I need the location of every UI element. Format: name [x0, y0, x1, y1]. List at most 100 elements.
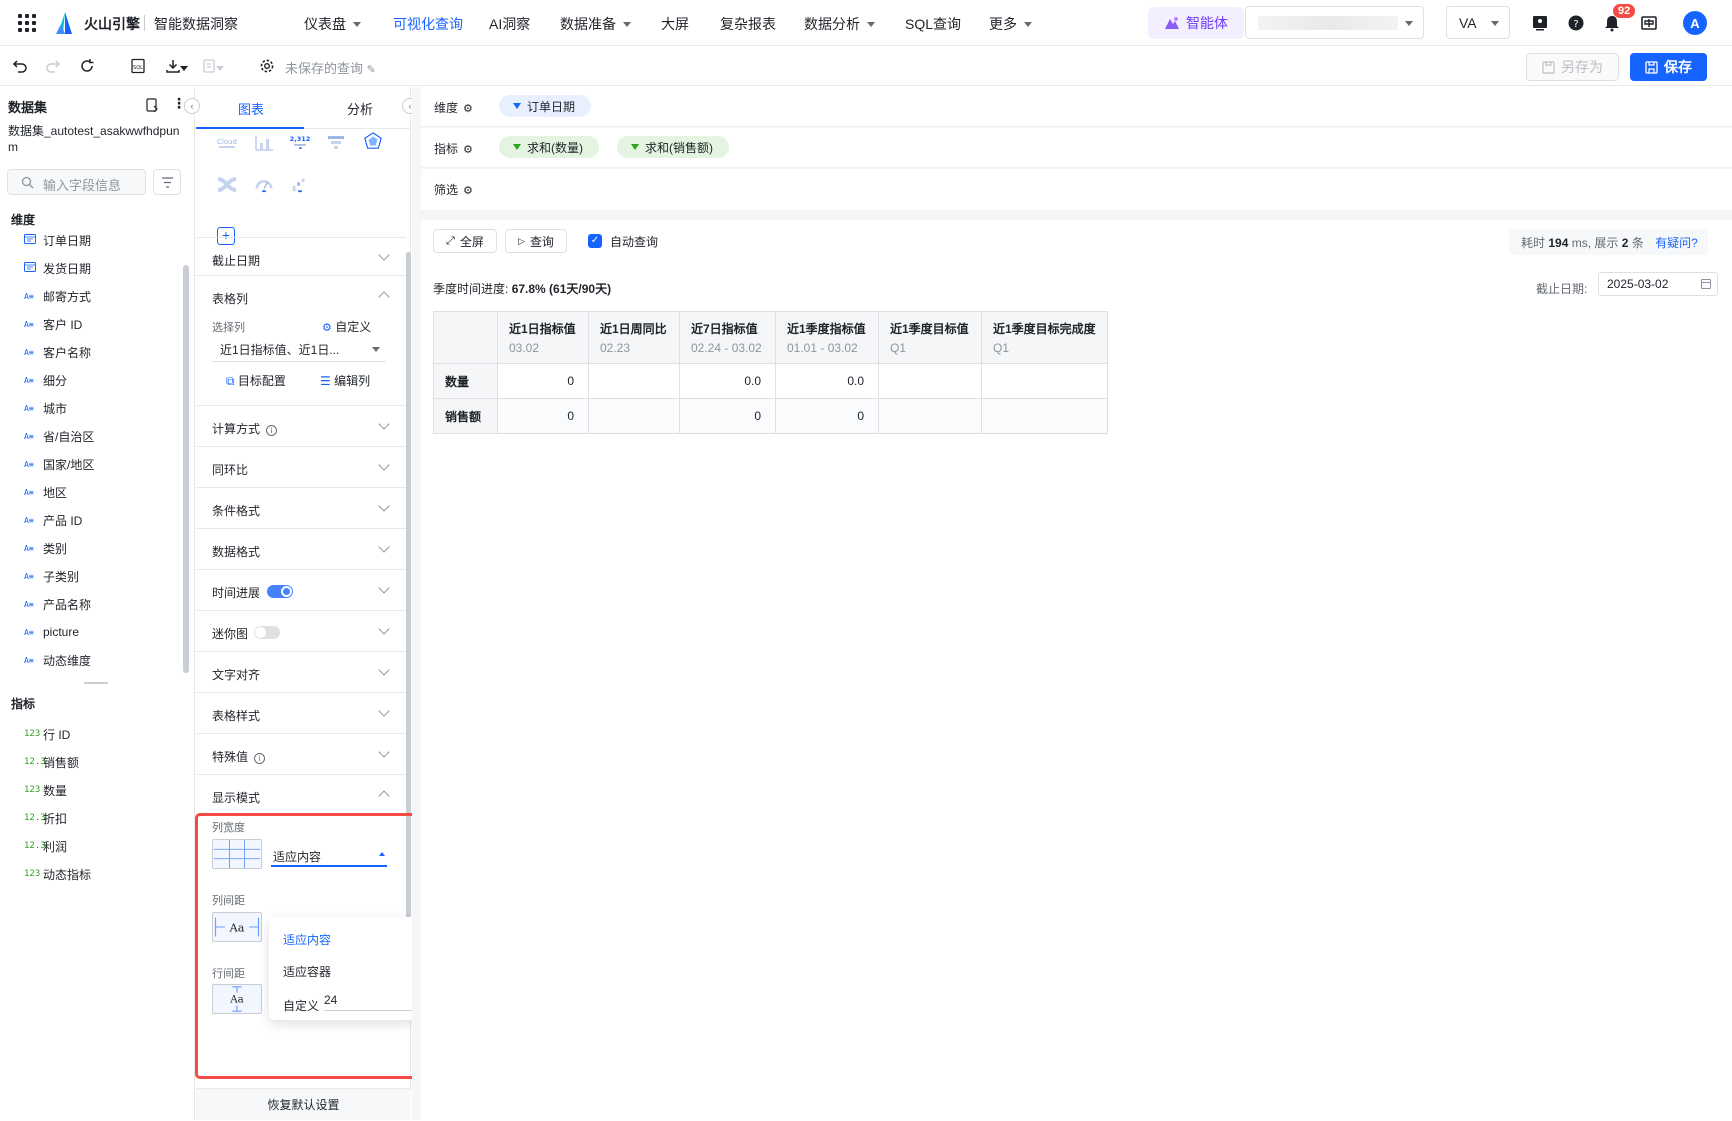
help-icon[interactable]: ?: [1567, 14, 1585, 32]
query-button[interactable]: ▷ 查询: [505, 229, 567, 253]
gear-icon[interactable]: ⚙: [463, 102, 473, 115]
measure-field[interactable]: 123 行 ID: [24, 724, 70, 744]
save-as-button[interactable]: 另存为: [1526, 53, 1619, 81]
section-title[interactable]: 表格列: [212, 290, 248, 307]
dimension-field[interactable]: A≡ 产品 ID: [24, 510, 82, 530]
field-filter-button[interactable]: [153, 169, 181, 195]
agent-button[interactable]: 智能体: [1148, 7, 1244, 39]
restore-default-button[interactable]: 恢复默认设置: [196, 1088, 411, 1120]
gauge-chart-icon[interactable]: [253, 175, 275, 193]
section-cutoff-date[interactable]: 截止日期: [196, 237, 406, 275]
dimension-field[interactable]: 发货日期: [24, 258, 91, 278]
bar-chart-icon[interactable]: [253, 134, 275, 152]
section-data-format[interactable]: 数据格式: [196, 528, 406, 569]
tab-chart[interactable]: 图表: [238, 99, 264, 118]
nav-dashboard[interactable]: 仪表盘: [304, 14, 361, 34]
dimension-field[interactable]: A≡ 邮寄方式: [24, 286, 91, 306]
dropdown-option-fit-content[interactable]: 适应内容: [283, 931, 331, 948]
dropdown-option-custom[interactable]: 自定义: [283, 997, 319, 1014]
dropdown-option-fit-container[interactable]: 适应容器: [283, 963, 331, 980]
dataset-switch-icon[interactable]: [145, 98, 159, 112]
measure-field[interactable]: 12.3 折扣: [24, 808, 67, 828]
measure-field[interactable]: 12.3 销售额: [24, 752, 79, 772]
gear-icon[interactable]: [259, 58, 275, 74]
column-select[interactable]: 近1日指标值、近1日...: [212, 336, 386, 362]
project-select[interactable]: [1245, 6, 1424, 39]
dimension-field[interactable]: A≡ 动态维度: [24, 650, 91, 670]
refresh-icon[interactable]: [79, 58, 95, 74]
nav-data-prep[interactable]: 数据准备: [560, 14, 631, 34]
nav-complex-report[interactable]: 复杂报表: [720, 14, 776, 34]
measure-field[interactable]: 123 数量: [24, 780, 67, 800]
dimension-scrollbar[interactable]: [183, 265, 189, 673]
section-yoy[interactable]: 同环比: [196, 446, 406, 487]
gear-icon[interactable]: ⚙: [463, 143, 473, 156]
measure-pill[interactable]: 求和(销售额): [617, 136, 729, 158]
subscribe-icon[interactable]: [201, 58, 217, 74]
edit-pencil-icon[interactable]: ✎: [367, 64, 376, 76]
sankey-chart-icon[interactable]: [216, 176, 238, 194]
auto-query-checkbox[interactable]: ✓: [588, 234, 602, 248]
dimension-field[interactable]: A≡ 地区: [24, 482, 67, 502]
time-progress-toggle[interactable]: [267, 585, 293, 598]
gear-icon[interactable]: ⚙: [463, 184, 473, 197]
dimension-field[interactable]: A≡ 城市: [24, 398, 67, 418]
screen-share-icon[interactable]: [1531, 14, 1549, 32]
nav-ai-insight[interactable]: AI洞察: [489, 14, 530, 34]
dimension-field[interactable]: A≡ 细分: [24, 370, 67, 390]
fullscreen-button[interactable]: ⤢ 全屏: [433, 229, 497, 253]
indicator-card-chart-icon[interactable]: 2,312: [289, 131, 311, 149]
language-switch-icon[interactable]: [1640, 14, 1658, 32]
redo-icon[interactable]: [45, 58, 61, 74]
nav-visual-query[interactable]: 可视化查询: [393, 14, 463, 34]
section-table-style[interactable]: 表格样式: [196, 692, 406, 733]
save-button[interactable]: 保存: [1630, 53, 1707, 81]
waterfall-chart-icon[interactable]: [289, 175, 311, 193]
cutoff-date-picker[interactable]: 2025-03-02: [1598, 272, 1718, 296]
collapse-dataset-button[interactable]: ‹: [184, 98, 200, 114]
download-icon[interactable]: [165, 58, 181, 74]
dimension-field[interactable]: 订单日期: [24, 230, 91, 250]
word-cloud-chart-icon[interactable]: Cloud: [216, 134, 238, 152]
region-select[interactable]: VA: [1446, 6, 1510, 39]
section-conditional-format[interactable]: 条件格式: [196, 487, 406, 528]
section-sparkline[interactable]: 迷你图: [196, 610, 406, 651]
app-grid-icon[interactable]: [18, 14, 36, 32]
nav-sql-query[interactable]: SQL查询: [905, 14, 961, 34]
chevron-up-icon[interactable]: [378, 291, 390, 303]
section-time-progress[interactable]: 时间进展: [196, 569, 406, 610]
custom-columns-button[interactable]: ⚙ 自定义: [322, 318, 371, 335]
chevron-up-icon[interactable]: [378, 790, 390, 802]
section-special-values[interactable]: 特殊值 i: [196, 733, 406, 774]
dimension-field[interactable]: A≡ 省/自治区: [24, 426, 94, 446]
target-config-button[interactable]: ⧉ 目标配置: [226, 372, 286, 389]
section-calc-method[interactable]: 计算方式 i: [196, 405, 406, 446]
edit-columns-button[interactable]: ☰ 编辑列: [320, 372, 370, 389]
dimension-field[interactable]: A≡ 产品名称: [24, 594, 91, 614]
dimension-field[interactable]: A≡ 客户 ID: [24, 314, 82, 334]
dimension-field[interactable]: A≡ 国家/地区: [24, 454, 94, 474]
funnel-chart-icon[interactable]: [325, 134, 347, 152]
dimension-field[interactable]: A≡ 类别: [24, 538, 67, 558]
tab-analysis[interactable]: 分析: [347, 99, 373, 118]
sparkline-toggle[interactable]: [254, 626, 280, 639]
measure-field[interactable]: 123 动态指标: [24, 864, 91, 884]
dimension-field[interactable]: A≡ picture: [24, 622, 79, 642]
section-text-align[interactable]: 文字对齐: [196, 651, 406, 692]
field-search-input[interactable]: 输入字段信息: [7, 169, 146, 195]
nav-more[interactable]: 更多: [989, 14, 1032, 34]
nav-big-screen[interactable]: 大屏: [661, 14, 689, 34]
nav-data-analysis[interactable]: 数据分析: [804, 14, 875, 34]
dimension-field[interactable]: A≡ 子类别: [24, 566, 79, 586]
help-link[interactable]: 有疑问?: [1655, 236, 1698, 250]
radar-chart-icon[interactable]: [362, 132, 384, 150]
custom-width-input[interactable]: 24: [324, 991, 414, 1011]
measure-pill[interactable]: 求和(数量): [499, 136, 599, 158]
panel-resize-handle[interactable]: [84, 682, 108, 684]
dimension-pill[interactable]: 订单日期: [499, 95, 592, 117]
dimension-field[interactable]: A≡ 客户名称: [24, 342, 91, 362]
sql-icon[interactable]: SQL: [130, 58, 146, 74]
section-title[interactable]: 显示模式: [212, 789, 260, 806]
avatar[interactable]: A: [1683, 11, 1707, 35]
measure-field[interactable]: 12.3 利润: [24, 836, 67, 856]
